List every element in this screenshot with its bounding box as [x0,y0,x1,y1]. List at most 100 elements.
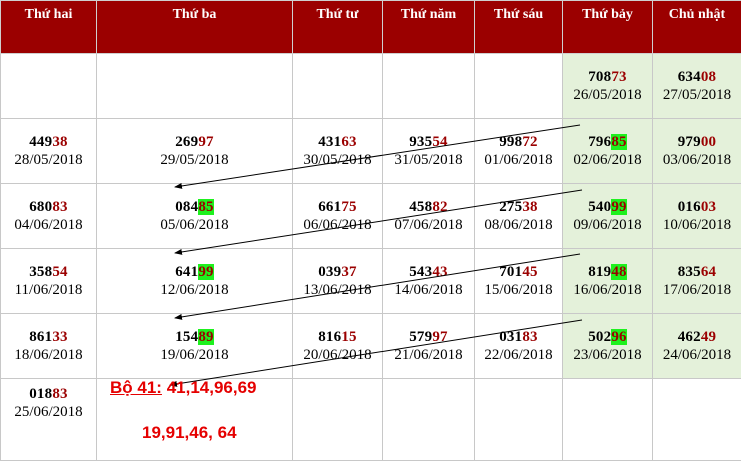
number-prefix: 543 [409,264,432,280]
draw-date: 25/06/2018 [1,403,96,421]
day-cell [383,379,475,461]
number-prefix: 796 [588,134,611,150]
highlighted-last-two-digits: 99 [611,199,626,215]
day-cell [563,379,653,461]
day-cell: 5434314/06/2018 [383,249,475,314]
draw-date: 16/06/2018 [563,281,652,299]
day-cell: 0160310/06/2018 [653,184,741,249]
draw-date: 07/06/2018 [383,216,474,234]
number-prefix: 449 [29,134,52,150]
result-number: 44938 [1,133,96,151]
last-two-digits: 54 [432,134,447,150]
result-number: 64199 [97,263,292,281]
result-number: 81948 [563,263,652,281]
day-cell: 0318322/06/2018 [475,314,563,379]
day-cell: 9355431/05/2018 [383,119,475,184]
day-cell: 2753808/06/2018 [475,184,563,249]
last-two-digits: 83 [522,329,537,345]
result-number: 70145 [475,263,562,281]
bo-41-line: Bộ 41: 41,14,96,69 [110,378,257,398]
number-prefix: 458 [409,199,432,215]
day-cell: 9790003/06/2018 [653,119,741,184]
result-number: 35854 [1,263,96,281]
draw-date: 04/06/2018 [1,216,96,234]
last-two-digits: 64 [701,264,716,280]
number-prefix: 039 [318,264,341,280]
draw-date: 30/05/2018 [293,151,382,169]
highlighted-last-two-digits: 99 [198,264,213,280]
draw-date: 18/06/2018 [1,346,96,364]
result-number: 08485 [97,198,292,216]
day-cell: 7087326/05/2018 [563,54,653,119]
highlighted-last-two-digits: 89 [198,329,213,345]
number-prefix: 641 [175,264,198,280]
day-cell: 5029623/06/2018 [563,314,653,379]
day-cell: 1548919/06/2018 [97,314,293,379]
day-cell: 3585411/06/2018 [1,249,97,314]
draw-date: 09/06/2018 [563,216,652,234]
week-row: 8613318/06/20181548919/06/20188161520/06… [1,314,741,379]
result-number: 50296 [563,328,652,346]
last-two-digits: 54 [52,264,67,280]
bo-numbers-2: 19,91,46, 64 [142,423,237,443]
number-prefix: 998 [499,134,522,150]
number-prefix: 579 [409,329,432,345]
day-cell [97,54,293,119]
result-number: 26997 [97,133,292,151]
last-two-digits: 73 [611,69,626,85]
header-cell: Thứ hai [1,1,97,54]
highlighted-last-two-digits: 96 [611,329,626,345]
number-prefix: 708 [588,69,611,85]
last-two-digits: 38 [522,199,537,215]
day-cell [653,379,741,461]
number-prefix: 979 [678,134,701,150]
day-cell [383,54,475,119]
result-number: 27538 [475,198,562,216]
result-number: 15489 [97,328,292,346]
highlighted-last-two-digits: 85 [611,134,626,150]
number-prefix: 462 [678,329,701,345]
draw-date: 31/05/2018 [383,151,474,169]
last-two-digits: 63 [341,134,356,150]
draw-date: 03/06/2018 [653,151,741,169]
last-two-digits: 38 [52,134,67,150]
result-number: 99872 [475,133,562,151]
day-cell: 8356417/06/2018 [653,249,741,314]
day-cell [293,54,383,119]
draw-date: 21/06/2018 [383,346,474,364]
number-prefix: 275 [499,199,522,215]
result-number: 93554 [383,133,474,151]
result-number: 68083 [1,198,96,216]
last-two-digits: 49 [701,329,716,345]
day-cell: 6419912/06/2018 [97,249,293,314]
number-prefix: 031 [499,329,522,345]
last-two-digits: 82 [432,199,447,215]
result-number: 79685 [563,133,652,151]
last-two-digits: 37 [341,264,356,280]
number-prefix: 431 [318,134,341,150]
number-prefix: 701 [499,264,522,280]
result-number: 01603 [653,198,741,216]
week-row: 6808304/06/20180848505/06/20186617506/06… [1,184,741,249]
draw-date: 24/06/2018 [653,346,741,364]
highlighted-last-two-digits: 48 [611,264,626,280]
last-two-digits: 75 [341,199,356,215]
day-cell: 8613318/06/2018 [1,314,97,379]
result-number: 83564 [653,263,741,281]
result-number: 66175 [293,198,382,216]
result-number: 45882 [383,198,474,216]
week-row: 3585411/06/20186419912/06/20180393713/06… [1,249,741,314]
day-cell: 4588207/06/2018 [383,184,475,249]
highlighted-last-two-digits: 85 [198,199,213,215]
result-number: 03183 [475,328,562,346]
day-cell [293,379,383,461]
day-cell: 6808304/06/2018 [1,184,97,249]
last-two-digits: 72 [522,134,537,150]
day-cell [1,54,97,119]
bo-numbers-1: 41,14,96,69 [162,378,257,397]
last-two-digits: 03 [701,199,716,215]
draw-date: 27/05/2018 [653,86,741,104]
draw-date: 20/06/2018 [293,346,382,364]
day-cell: 4624924/06/2018 [653,314,741,379]
weekday-header-row: Thứ haiThứ baThứ tưThứ nămThứ sáuThứ bảy… [1,1,741,54]
